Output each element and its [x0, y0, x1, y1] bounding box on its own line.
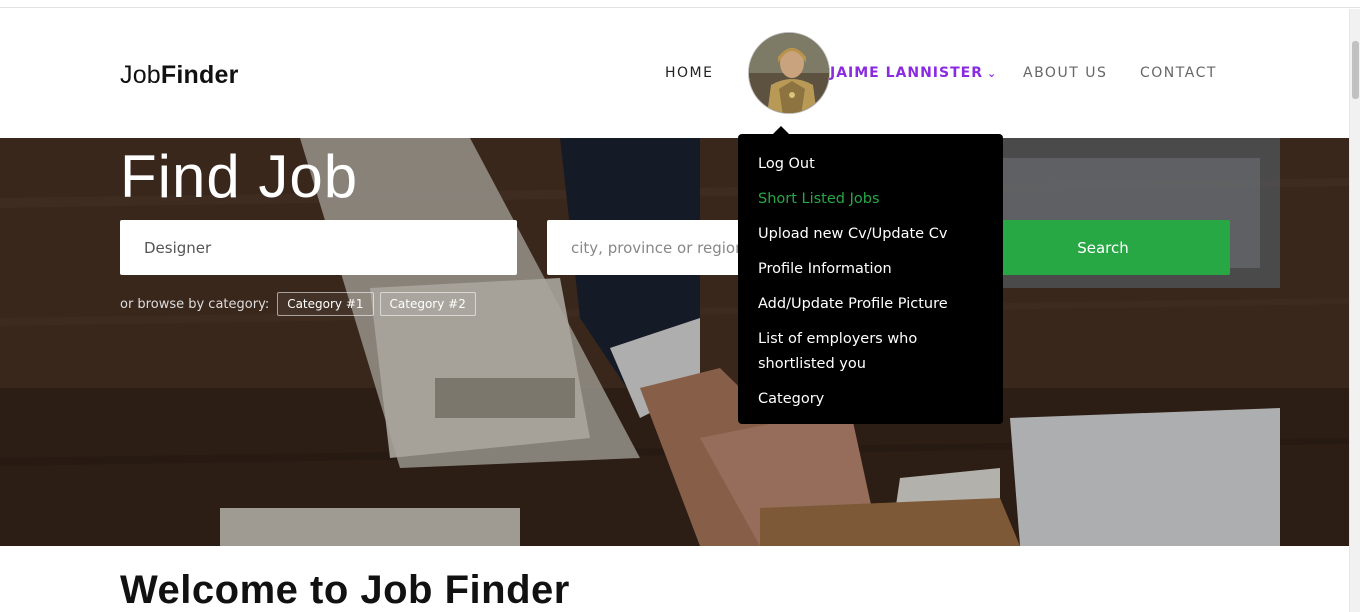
- page-scrollbar[interactable]: [1349, 9, 1360, 612]
- site-logo[interactable]: JobFinder: [120, 61, 239, 90]
- menu-item-profile-information[interactable]: Profile Information: [758, 257, 983, 282]
- hero-title: Find Job: [120, 143, 359, 210]
- category-tag-1[interactable]: Category #1: [277, 292, 374, 316]
- menu-item-profile-picture[interactable]: Add/Update Profile Picture: [758, 292, 983, 317]
- user-avatar[interactable]: [748, 32, 830, 114]
- menu-item-log-out[interactable]: Log Out: [758, 152, 983, 177]
- category-tag-2[interactable]: Category #2: [379, 292, 476, 316]
- nav-user-menu-toggle[interactable]: JAIME LANNISTER ⌄: [830, 65, 997, 81]
- welcome-heading: Welcome to Job Finder: [120, 568, 570, 612]
- logo-bold-text: Finder: [160, 61, 239, 89]
- browse-label: or browse by category:: [120, 296, 270, 312]
- hero-section: Find Job Search or browse by category: C…: [0, 138, 1349, 546]
- nav-about-link[interactable]: ABOUT US: [1023, 65, 1107, 81]
- menu-item-category[interactable]: Category: [758, 387, 983, 412]
- user-name: JAIME LANNISTER: [830, 65, 983, 81]
- menu-item-upload-cv[interactable]: Upload new Cv/Update Cv: [758, 222, 983, 247]
- scrollbar-thumb[interactable]: [1352, 41, 1359, 99]
- site-header: JobFinder HOME JAIME LANNISTER ⌄ ABOUT US…: [0, 9, 1349, 138]
- menu-item-short-listed-jobs[interactable]: Short Listed Jobs: [758, 187, 983, 212]
- logo-light-text: Job: [120, 61, 161, 89]
- nav-home-link[interactable]: HOME: [665, 65, 713, 81]
- user-dropdown-menu: Log Out Short Listed Jobs Upload new Cv/…: [738, 126, 1003, 424]
- menu-item-employers-shortlisted[interactable]: List of employers who shortlisted you: [758, 327, 983, 377]
- browser-top-edge: [0, 0, 1360, 8]
- avatar-portrait-image: [749, 33, 829, 113]
- keyword-search-input[interactable]: [120, 220, 517, 275]
- nav-contact-link[interactable]: CONTACT: [1140, 65, 1217, 81]
- browse-categories: or browse by category: Category #1 Categ…: [120, 292, 476, 316]
- search-button[interactable]: Search: [974, 220, 1230, 275]
- chevron-down-icon: ⌄: [987, 67, 998, 80]
